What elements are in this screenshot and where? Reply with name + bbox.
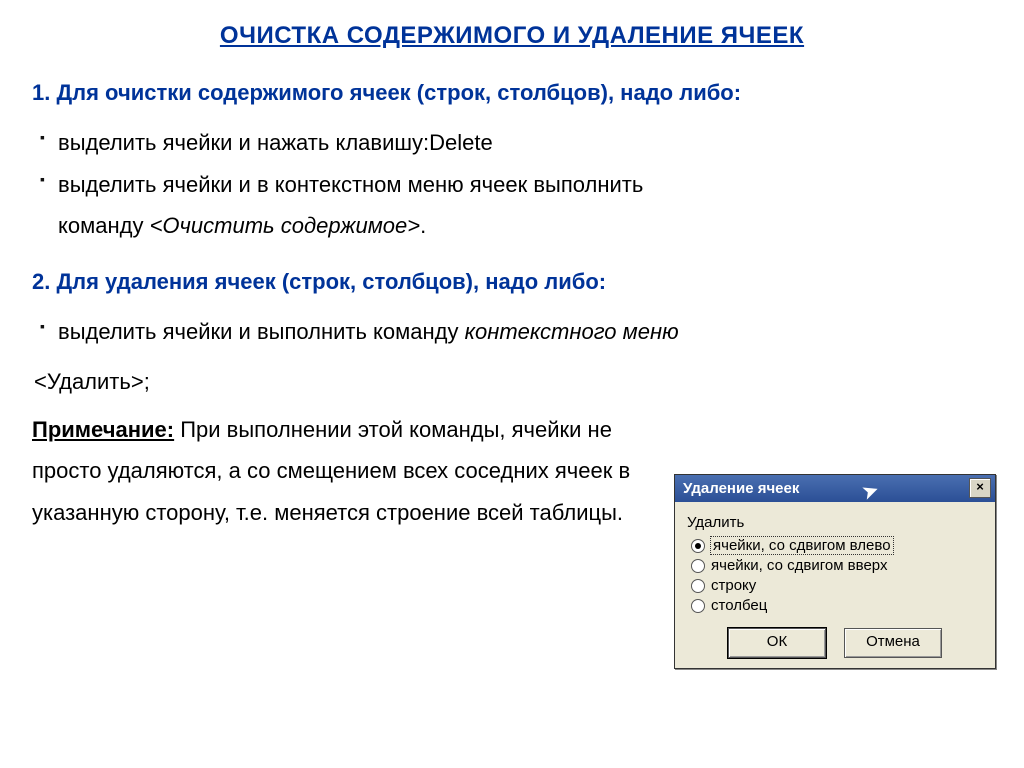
section-1-list: выделить ячейки и нажать клавишу:Delete … (32, 122, 992, 247)
cancel-button[interactable]: Отмена (844, 628, 942, 658)
note-label: Примечание: (32, 417, 174, 442)
command-name: <Очистить содержимое> (150, 213, 421, 238)
radio-icon (691, 579, 705, 593)
list-item: выделить ячейки и нажать клавишу:Delete (40, 122, 992, 164)
ok-button[interactable]: ОК (728, 628, 826, 658)
context-menu-phrase: контекстного меню (465, 319, 679, 344)
bullet-text-line-1: выделить ячейки и в контекстном меню яче… (58, 164, 992, 206)
section-1-heading: 1. Для очистки содержимого ячеек (строк,… (32, 72, 992, 114)
cmd-prefix: команду (58, 213, 150, 238)
radio-label: строку (711, 577, 756, 594)
bullet-text: выделить ячейки и выполнить команду (58, 319, 465, 344)
radio-option-shift-up[interactable]: ячейки, со сдвигом вверх (691, 557, 985, 574)
dialog-button-row: ОК Отмена (685, 628, 985, 658)
page-title: ОЧИСТКА СОДЕРЖИМОГО И УДАЛЕНИЕ ЯЧЕЕК (32, 22, 992, 50)
radio-label: ячейки, со сдвигом влево (711, 537, 893, 554)
delete-command-line: <Удалить>; (34, 361, 992, 403)
radio-icon (691, 599, 705, 613)
section-2-list: выделить ячейки и выполнить команду конт… (32, 311, 992, 353)
dialog-group-label: Удалить (687, 514, 985, 531)
radio-icon (691, 559, 705, 573)
radio-label: столбец (711, 597, 767, 614)
bullet-text-line-2: команду <Очистить содержимое>. (58, 205, 992, 247)
delete-cells-dialog: Удаление ячеек ➤ × Удалить ячейки, со сд… (674, 474, 996, 669)
bullet-text: выделить ячейки и нажать клавишу:Delete (58, 130, 493, 155)
dialog-body: Удалить ячейки, со сдвигом влево ячейки,… (675, 502, 995, 668)
radio-option-shift-left[interactable]: ячейки, со сдвигом влево (691, 537, 985, 554)
dialog-titlebar: Удаление ячеек ➤ × (675, 475, 995, 502)
dialog-title-text: Удаление ячеек (683, 480, 799, 497)
radio-icon (691, 539, 705, 553)
list-item: выделить ячейки и выполнить команду конт… (40, 311, 992, 353)
radio-option-row[interactable]: строку (691, 577, 985, 594)
radio-label: ячейки, со сдвигом вверх (711, 557, 887, 574)
close-button[interactable]: × (969, 478, 991, 498)
list-item: выделить ячейки и в контекстном меню яче… (40, 164, 992, 248)
cursor-icon: ➤ (860, 479, 881, 504)
section-2-heading: 2. Для удаления ячеек (строк, столбцов),… (32, 261, 992, 303)
note-paragraph: Примечание: При выполнении этой команды,… (32, 409, 642, 534)
cmd-suffix: . (420, 213, 426, 238)
radio-option-column[interactable]: столбец (691, 597, 985, 614)
